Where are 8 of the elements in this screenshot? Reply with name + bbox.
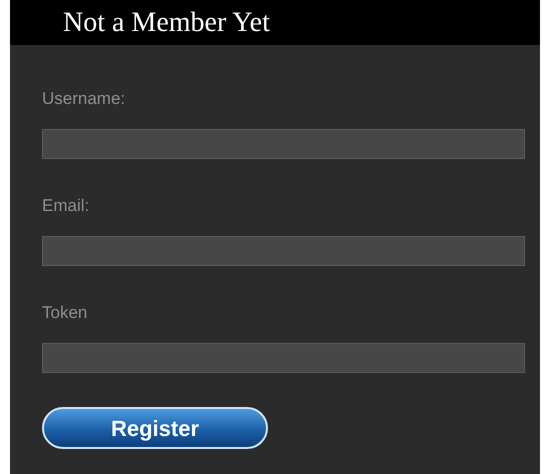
register-button[interactable]: Register [42, 407, 268, 449]
form-title: Not a Member Yet [63, 8, 270, 36]
field-label: Token [42, 304, 88, 321]
field-label: Email: [42, 197, 90, 214]
input-field[interactable] [42, 236, 525, 266]
field-label: Username: [42, 90, 126, 107]
input-field[interactable] [42, 129, 525, 159]
input-field[interactable] [42, 343, 525, 373]
